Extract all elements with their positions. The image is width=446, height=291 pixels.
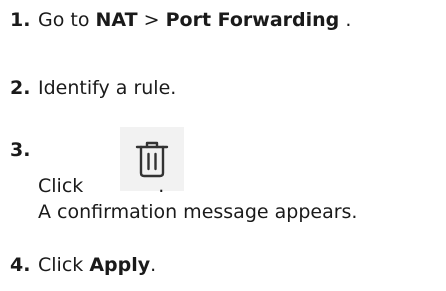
step-text-suffix: . (339, 9, 352, 31)
step-text: Click (38, 254, 90, 276)
nav-nat: NAT (95, 9, 138, 31)
step-number: 3. (10, 139, 31, 161)
step-4: 4. Click Apply. (10, 253, 156, 277)
step-1: 1. Go to NAT > Port Forwarding . (10, 8, 351, 32)
step-3-result: A confirmation message appears. (38, 200, 357, 224)
step-text-suffix: . (150, 254, 157, 276)
step-2: 2. Identify a rule. (10, 76, 176, 100)
step-text: Click (38, 175, 84, 197)
trash-icon (135, 141, 169, 178)
step-number: 2. (10, 77, 31, 99)
step-result-text: A confirmation message appears. (38, 201, 358, 223)
apply-label: Apply (89, 254, 151, 276)
step-number: 1. (10, 9, 31, 31)
step-text: Identify a rule. (38, 77, 177, 99)
step-3: 3. (10, 138, 38, 162)
nav-port-forwarding: Port Forwarding (165, 9, 340, 31)
step-text-suffix: . (158, 175, 165, 197)
step-number: 4. (10, 254, 31, 276)
step-text: Go to (38, 9, 96, 31)
step-3-click-line: Click. (38, 174, 164, 198)
nav-separator: > (137, 9, 166, 31)
